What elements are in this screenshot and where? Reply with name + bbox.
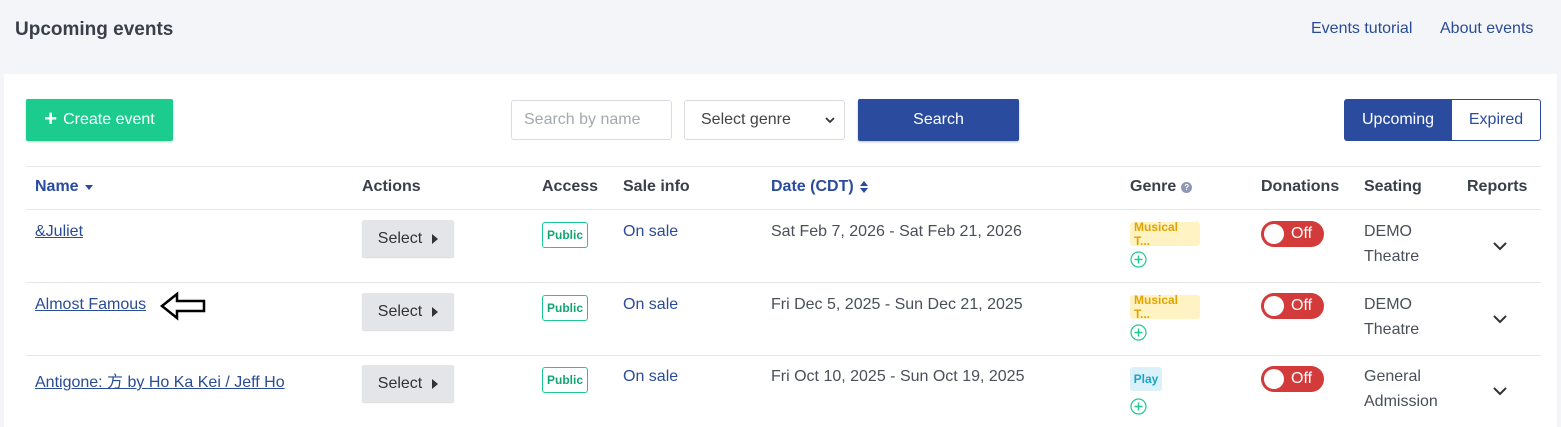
sale-info: On sale	[623, 368, 679, 385]
chevron-down-icon[interactable]	[1492, 385, 1508, 397]
seating-info: DEMO Theatre	[1364, 219, 1419, 269]
help-icon[interactable]: ?	[1181, 181, 1193, 193]
column-header-date[interactable]: Date (CDT)	[771, 178, 869, 196]
divider	[26, 209, 1541, 210]
create-event-button[interactable]: + Create event	[26, 99, 173, 141]
seating-info: General Admission	[1364, 364, 1438, 414]
column-header-genre-label: Genre	[1130, 178, 1177, 195]
view-toggle: Upcoming Expired	[1344, 99, 1541, 141]
toggle-knob	[1264, 224, 1284, 244]
caret-right-icon	[432, 233, 439, 244]
donations-state: Off	[1291, 370, 1313, 387]
column-header-genre: Genre ?	[1130, 178, 1193, 196]
add-genre-icon[interactable]	[1130, 324, 1147, 341]
arrow-left-icon	[160, 291, 206, 321]
column-header-name-label: Name	[35, 178, 79, 195]
seating-line: Theatre	[1364, 321, 1420, 338]
column-header-access: Access	[542, 178, 599, 195]
event-date: Fri Oct 10, 2025 - Sun Oct 19, 2025	[771, 368, 1025, 385]
search-input[interactable]	[511, 100, 672, 140]
column-header-actions: Actions	[362, 178, 421, 195]
select-label: Select	[377, 229, 423, 247]
genre-badge: Musical T...	[1130, 295, 1200, 319]
page-header: Upcoming events Events tutorial About ev…	[0, 0, 1561, 74]
create-event-label: Create event	[63, 111, 155, 128]
donations-toggle[interactable]: Off	[1261, 293, 1324, 319]
select-label: Select	[377, 302, 423, 320]
add-genre-icon[interactable]	[1130, 251, 1147, 268]
events-tutorial-link[interactable]: Events tutorial	[1311, 20, 1412, 38]
select-actions-button[interactable]: Select	[362, 293, 454, 330]
toggle-knob	[1264, 296, 1284, 316]
chevron-down-icon[interactable]	[1492, 240, 1508, 252]
genre-select-value: Select genre	[701, 111, 791, 128]
add-genre-icon[interactable]	[1130, 398, 1147, 415]
genre-select[interactable]: Select genre	[684, 100, 845, 140]
divider	[26, 282, 1541, 283]
divider	[26, 355, 1541, 356]
seating-line: DEMO	[1364, 296, 1412, 313]
upcoming-tab[interactable]: Upcoming	[1344, 99, 1452, 141]
access-badge: Public	[542, 367, 588, 393]
column-header-name[interactable]: Name	[35, 178, 94, 196]
genre-badge: Play	[1130, 367, 1162, 391]
donations-toggle[interactable]: Off	[1261, 366, 1324, 392]
select-actions-button[interactable]: Select	[362, 220, 454, 257]
seating-line: Admission	[1364, 393, 1438, 410]
column-header-seating: Seating	[1364, 178, 1422, 195]
donations-toggle[interactable]: Off	[1261, 221, 1324, 247]
divider	[26, 166, 1541, 167]
donations-state: Off	[1291, 225, 1313, 242]
caret-right-icon	[432, 306, 439, 317]
sale-info: On sale	[623, 296, 679, 313]
event-date: Sat Feb 7, 2026 - Sat Feb 21, 2026	[771, 223, 1022, 240]
column-header-sale-info: Sale info	[623, 178, 690, 195]
seating-line: General	[1364, 368, 1421, 385]
access-badge: Public	[542, 295, 588, 321]
seating-line: Theatre	[1364, 248, 1420, 265]
chevron-down-icon[interactable]	[1492, 313, 1508, 325]
sort-both-icon	[859, 181, 868, 193]
seating-line: DEMO	[1364, 223, 1412, 240]
search-button[interactable]: Search	[858, 99, 1019, 141]
event-date: Fri Dec 5, 2025 - Sun Dec 21, 2025	[771, 296, 1023, 313]
select-actions-button[interactable]: Select	[362, 365, 454, 402]
access-badge: Public	[542, 222, 588, 248]
column-header-reports: Reports	[1467, 178, 1528, 195]
caret-right-icon	[432, 378, 439, 389]
seating-info: DEMO Theatre	[1364, 292, 1419, 342]
column-header-date-label: Date (CDT)	[771, 178, 854, 195]
expired-tab[interactable]: Expired	[1452, 99, 1541, 141]
page-title: Upcoming events	[15, 19, 174, 40]
event-name-link[interactable]: &Juliet	[35, 223, 83, 241]
genre-badge: Musical T...	[1130, 222, 1200, 246]
about-events-link[interactable]: About events	[1440, 20, 1533, 38]
column-header-donations: Donations	[1261, 178, 1340, 195]
donations-state: Off	[1291, 297, 1313, 314]
select-label: Select	[377, 374, 423, 392]
toggle-knob	[1264, 369, 1284, 389]
chevron-down-icon	[825, 117, 835, 124]
event-name-link[interactable]: Almost Famous	[35, 296, 146, 314]
sort-desc-icon	[84, 185, 93, 190]
plus-icon: +	[44, 106, 58, 131]
event-name-link[interactable]: Antigone: 方 by Ho Ka Kei / Jeff Ho	[35, 368, 285, 392]
sale-info: On sale	[623, 223, 679, 240]
